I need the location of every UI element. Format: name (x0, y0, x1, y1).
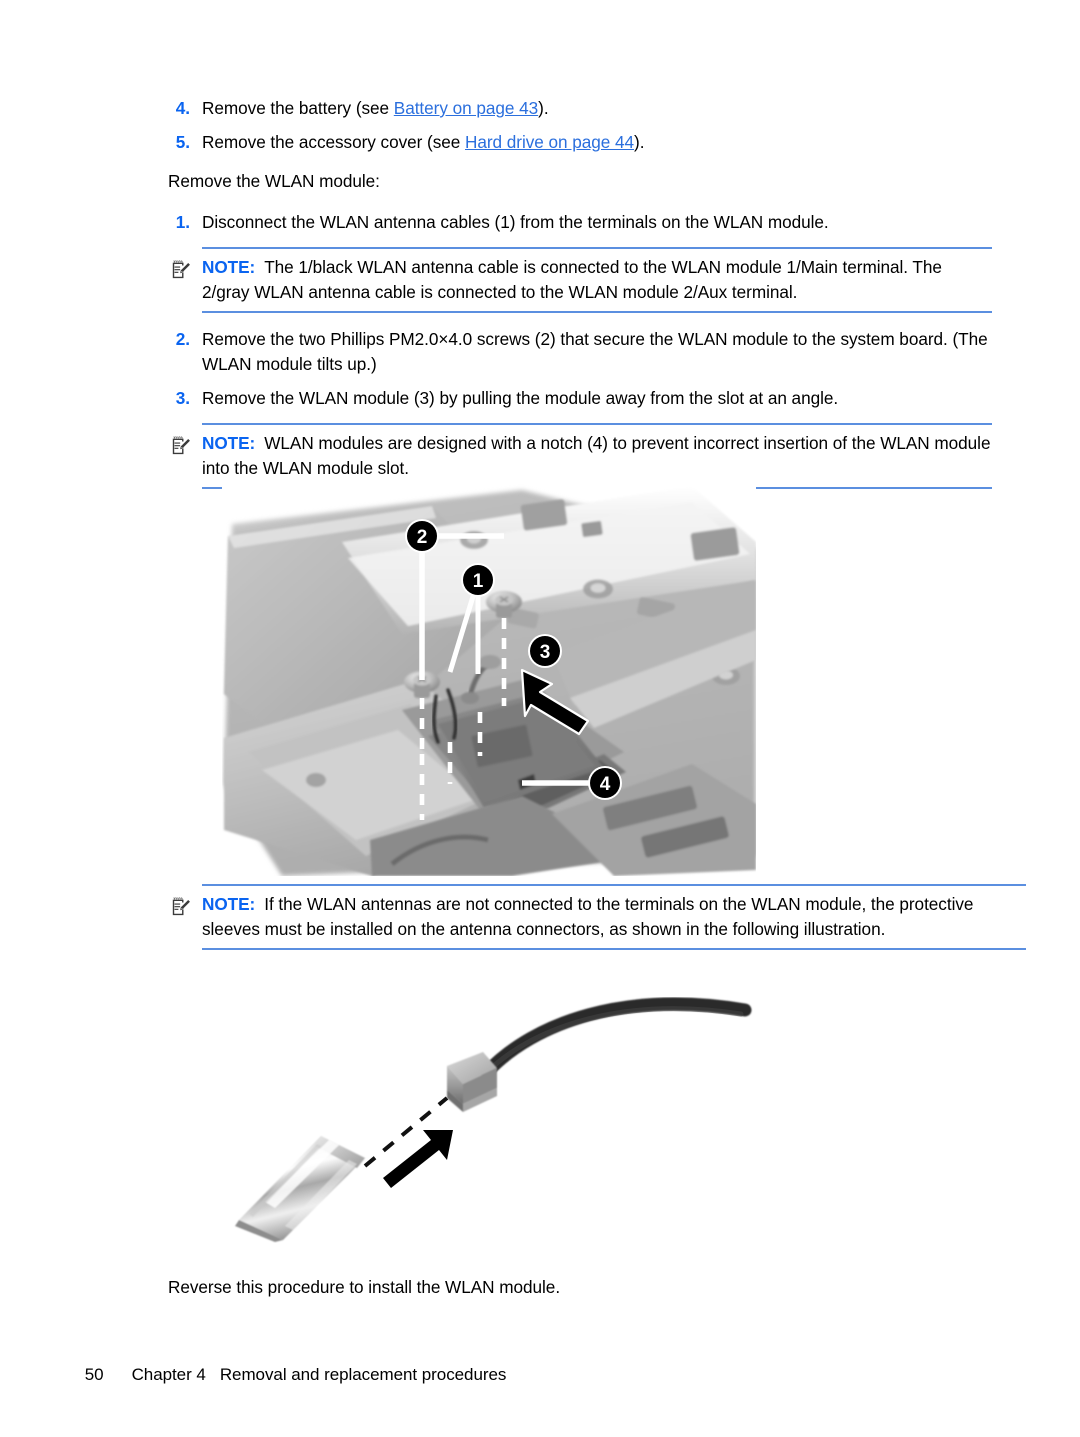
svg-text:3: 3 (540, 642, 551, 663)
note-body: NOTE: If the WLAN antennas are not connec… (202, 892, 1026, 942)
footer-chapter-title: Removal and replacement procedures (219, 1365, 507, 1384)
page-footer: 50 Chapter 4 Removal and replacement pro… (66, 1345, 507, 1405)
notepad-pencil-icon (170, 896, 191, 918)
step-text: Remove the WLAN module (3) by pulling th… (202, 388, 839, 408)
document-page: 4. Remove the battery (see Battery on pa… (0, 0, 1080, 1437)
svg-text:1: 1 (473, 571, 484, 592)
svg-text:2: 2 (417, 527, 428, 548)
step-text: Remove the accessory cover (see Hard dri… (202, 130, 992, 155)
note-label: NOTE: (202, 894, 256, 914)
note-label: NOTE: (202, 257, 256, 277)
note-body: NOTE: WLAN modules are designed with a no… (202, 431, 992, 481)
note-text: The 1/black WLAN antenna cable is connec… (202, 257, 942, 302)
footer-gap (104, 1365, 132, 1384)
link-battery-on-page-43[interactable]: Battery on page 43 (394, 98, 538, 118)
step-text: Disconnect the WLAN antenna cables (1) f… (202, 212, 829, 232)
note-rule-top (202, 247, 992, 249)
notepad-pencil-icon (170, 435, 191, 457)
note-text: WLAN modules are designed with a notch (… (202, 433, 991, 478)
footer-gap2 (206, 1365, 220, 1384)
step-number: 3. (175, 388, 190, 408)
note-body: NOTE: The 1/black WLAN antenna cable is c… (202, 255, 992, 305)
step-text-pre: Remove the accessory cover (see (202, 132, 466, 152)
wlan-module-removal-photo: 2 1 3 4 (222, 484, 756, 1007)
step-text-post: ). (634, 132, 645, 152)
footer-chapter: Chapter 4 (131, 1365, 206, 1384)
step-number: 4. (175, 98, 190, 118)
list-item: 1. Disconnect the WLAN antenna cables (1… (168, 210, 992, 235)
list-item: 2. Remove the two Phillips PM2.0×4.0 scr… (168, 327, 992, 377)
svg-text:4: 4 (600, 774, 611, 795)
link-hard-drive-on-page-44[interactable]: Hard drive on page 44 (465, 132, 634, 152)
list-item: 4. Remove the battery (see Battery on pa… (168, 96, 992, 121)
step-number: 5. (175, 132, 190, 152)
section-lead-in: Remove the WLAN module: (168, 171, 380, 191)
step-text: Remove the battery (see Battery on page … (202, 96, 992, 121)
footer-page-number: 50 (84, 1365, 104, 1384)
note-module-notch: NOTE: WLAN modules are designed with a no… (168, 423, 992, 489)
note-rule-bottom (202, 311, 992, 313)
page-content: 4. Remove the battery (see Battery on pa… (168, 96, 992, 503)
step-text-pre: Remove the battery (see (202, 98, 394, 118)
step-number: 2. (175, 329, 190, 349)
note-rule-top (202, 423, 992, 425)
list-item: 3. Remove the WLAN module (3) by pulling… (168, 386, 992, 411)
step-number: 1. (175, 212, 190, 232)
note-rule-top (202, 884, 1026, 886)
antenna-protective-sleeve-illustration (225, 988, 785, 1243)
note-label: NOTE: (202, 433, 256, 453)
note-rule-bottom (202, 948, 1026, 950)
notepad-pencil-icon (170, 259, 191, 281)
step-text-post: ). (538, 98, 549, 118)
note-text: If the WLAN antennas are not connected t… (202, 894, 974, 939)
note-antenna-terminals: NOTE: The 1/black WLAN antenna cable is c… (168, 247, 992, 313)
list-item: 5. Remove the accessory cover (see Hard … (168, 130, 992, 155)
step-text: Remove the two Phillips PM2.0×4.0 screws… (202, 329, 988, 374)
closing-text: Reverse this procedure to install the WL… (168, 1277, 561, 1298)
note-protective-sleeves: NOTE: If the WLAN antennas are not connec… (168, 884, 1026, 950)
